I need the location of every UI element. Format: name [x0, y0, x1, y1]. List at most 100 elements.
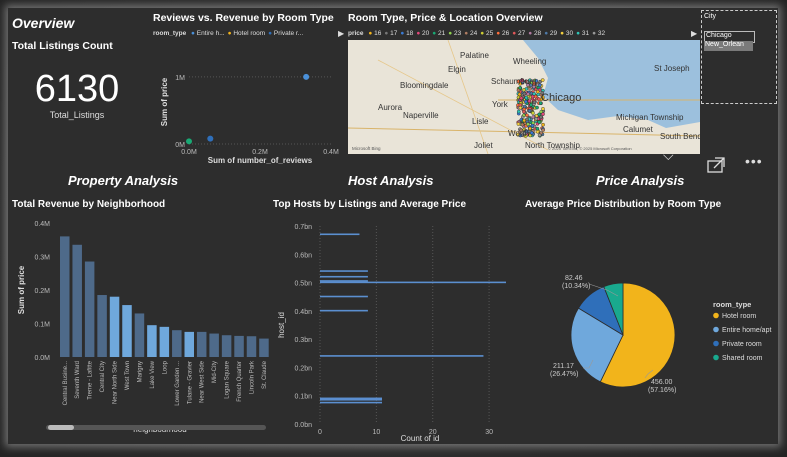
map-listing-dot[interactable]: [539, 115, 543, 120]
map-listing-dot[interactable]: [524, 95, 529, 100]
pie-legend-label[interactable]: Private room: [722, 341, 762, 348]
hosts-bar[interactable]: [320, 355, 484, 357]
map-listing-dot[interactable]: [529, 131, 534, 135]
map-listing-dot[interactable]: [535, 126, 540, 131]
map-listing-dot[interactable]: [527, 108, 532, 113]
map-listing-dot[interactable]: [535, 129, 540, 134]
map-legend-item[interactable]: ● 23: [448, 30, 461, 37]
map-listing-dot[interactable]: [525, 117, 529, 122]
neighborhood-bar[interactable]: [259, 338, 269, 357]
map-legend-item[interactable]: ● 29: [544, 30, 557, 37]
neighborhood-bar[interactable]: [196, 331, 207, 357]
neighborhood-bar[interactable]: [97, 295, 107, 357]
map-listing-dot[interactable]: [528, 86, 532, 91]
map-legend-item[interactable]: ● 20: [416, 30, 429, 37]
map-listing-dot[interactable]: [529, 103, 533, 107]
map-listing-dot[interactable]: [532, 100, 537, 104]
map-legend-item[interactable]: ● 26: [496, 30, 509, 37]
scatter-legend-item[interactable]: ● Entire h...: [191, 30, 225, 37]
map-listing-dot[interactable]: [517, 92, 522, 97]
map-listing-dot[interactable]: [535, 89, 540, 94]
map-legend-item[interactable]: ● 27: [512, 30, 525, 37]
scatter-point[interactable]: [186, 138, 192, 145]
horizontal-scrollbar[interactable]: [46, 425, 266, 430]
map-legend-next-icon[interactable]: ▶: [691, 29, 697, 38]
neighborhood-bar[interactable]: [60, 236, 70, 357]
neighborhood-bar[interactable]: [109, 296, 120, 357]
map-legend-item[interactable]: ● 21: [432, 30, 445, 37]
neighborhood-bar[interactable]: [147, 325, 157, 357]
scatter-point[interactable]: [303, 73, 310, 80]
map-listing-dot[interactable]: [522, 88, 526, 92]
map-listing-dot[interactable]: [526, 92, 530, 96]
map-listing-dot[interactable]: [516, 122, 521, 126]
hosts-bar[interactable]: [320, 397, 382, 400]
map-listing-dot[interactable]: [538, 83, 542, 88]
hosts-bar[interactable]: [320, 309, 368, 312]
neighborhood-bar[interactable]: [72, 244, 82, 357]
map-listing-dot[interactable]: [526, 122, 530, 127]
neighborhood-bar[interactable]: [209, 333, 219, 357]
neighborhood-bar[interactable]: [159, 326, 170, 357]
map-listing-dot[interactable]: [530, 94, 535, 99]
hosts-bar[interactable]: [320, 280, 368, 282]
map-listing-dot[interactable]: [516, 109, 521, 114]
map-legend-item[interactable]: ● 28: [528, 30, 541, 37]
neighborhood-bar[interactable]: [221, 335, 232, 357]
map-legend-item[interactable]: ● 24: [464, 30, 477, 37]
scatter-legend-item[interactable]: ● Private r...: [268, 30, 303, 37]
pie-legend-label[interactable]: Shared room: [722, 355, 763, 362]
scrollbar-thumb[interactable]: [48, 425, 74, 430]
map-legend-item[interactable]: ● 16: [368, 30, 381, 37]
hosts-bar[interactable]: [320, 398, 382, 401]
map-listing-dot[interactable]: [520, 122, 525, 127]
map-listing-dot[interactable]: [530, 123, 535, 128]
pie-legend-label[interactable]: Hotel room: [722, 313, 756, 320]
chevron-down-icon[interactable]: ⌵: [663, 148, 674, 162]
hosts-bar[interactable]: [320, 270, 368, 272]
pie-legend-label[interactable]: Entire home/apt: [722, 327, 771, 334]
map-legend-item[interactable]: ● 25: [480, 30, 493, 37]
map-legend-item[interactable]: ● 32: [592, 30, 605, 37]
neighborhood-bar[interactable]: [184, 331, 195, 357]
hosts-bar[interactable]: [320, 233, 360, 236]
hosts-bar[interactable]: [320, 401, 382, 404]
neighborhood-bar[interactable]: [172, 330, 182, 357]
map-legend-item[interactable]: ● 31: [576, 30, 589, 37]
map-visual[interactable]: Palatine Wheeling Elgin Schaumburg Bloomingd…: [348, 40, 700, 154]
map-listing-dot[interactable]: [522, 104, 527, 109]
map-listing-dot[interactable]: [540, 78, 545, 82]
map-listing-dot[interactable]: [537, 112, 541, 117]
focus-mode-icon[interactable]: [706, 156, 726, 174]
map-listing-dot[interactable]: [541, 122, 545, 127]
hosts-bar[interactable]: [320, 281, 506, 284]
city-slicer[interactable]: City Chicago New_Orlean: [701, 10, 777, 104]
map-listing-dot[interactable]: [531, 111, 535, 115]
map-legend-item[interactable]: ● 30: [560, 30, 573, 37]
map-listing-dot[interactable]: [516, 88, 521, 93]
neighborhood-bar[interactable]: [84, 261, 95, 357]
city-option-new-orleans[interactable]: New_Orlean: [704, 41, 753, 51]
map-listing-dot[interactable]: [519, 96, 524, 101]
map-listing-dot[interactable]: [534, 117, 539, 121]
map-listing-dot[interactable]: [541, 112, 545, 116]
neighborhood-bar[interactable]: [122, 305, 132, 357]
hosts-bar[interactable]: [320, 275, 368, 278]
map-listing-dot[interactable]: [541, 128, 545, 132]
map-listing-dot[interactable]: [525, 113, 529, 118]
scatter-legend-next-icon[interactable]: ▶: [338, 29, 344, 38]
map-listing-dot[interactable]: [522, 91, 527, 96]
map-listing-dot[interactable]: [533, 94, 538, 99]
hosts-bar[interactable]: [320, 295, 368, 298]
more-options-icon[interactable]: •••: [745, 153, 763, 169]
neighborhood-bar[interactable]: [234, 335, 244, 357]
map-listing-dot[interactable]: [518, 105, 523, 110]
map-listing-dot[interactable]: [536, 97, 541, 101]
map-listing-dot[interactable]: [537, 120, 541, 124]
map-legend-item[interactable]: ● 17: [384, 30, 397, 37]
map-legend-item[interactable]: ● 18: [400, 30, 413, 37]
scatter-legend-item[interactable]: ● Hotel room: [228, 30, 266, 37]
neighborhood-bar[interactable]: [134, 313, 145, 357]
map-listing-dot[interactable]: [537, 133, 542, 137]
scatter-point[interactable]: [207, 135, 214, 142]
